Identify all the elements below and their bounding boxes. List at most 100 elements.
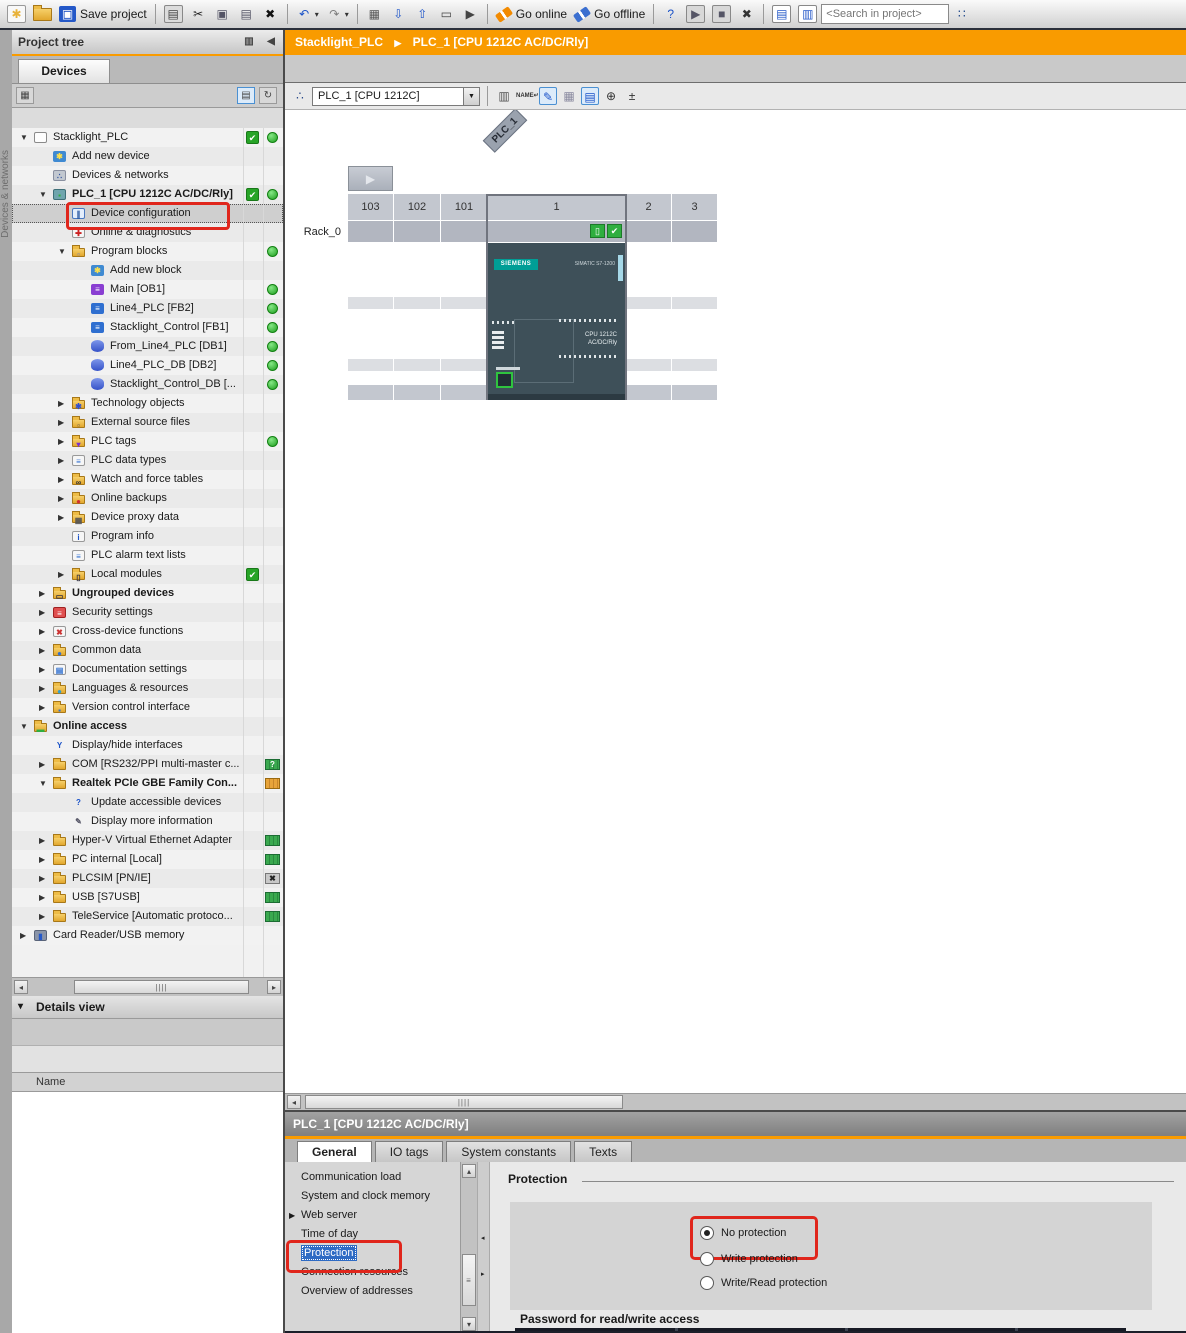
tree-item[interactable]: ▶≡PLC data types xyxy=(12,451,283,470)
tree-item[interactable]: ▶▫External source files xyxy=(12,413,283,432)
properties-splitter[interactable]: ◂ ▸ xyxy=(477,1162,490,1333)
start-simulation-icon[interactable]: ▶ xyxy=(683,2,708,26)
expand-arrow-icon[interactable]: ▶ xyxy=(39,679,45,698)
refresh-icon[interactable]: ↻ xyxy=(259,87,277,104)
nav-item-system-and-clock-memory[interactable]: System and clock memory xyxy=(285,1187,460,1206)
expand-arrow-icon[interactable]: ▶ xyxy=(39,831,45,850)
scroll-right-icon[interactable]: ▸ xyxy=(267,980,281,994)
rack-cell-2[interactable] xyxy=(626,221,671,242)
radio-button-icon[interactable] xyxy=(700,1252,714,1266)
upload-from-device-icon[interactable]: ⇧ xyxy=(411,2,434,26)
snap-grid-icon[interactable]: ▦ xyxy=(560,87,578,105)
nav-item-communication-load[interactable]: Communication load xyxy=(285,1168,460,1187)
tree-item[interactable]: ▶●Online backups xyxy=(12,489,283,508)
device-overview-icon[interactable]: ▦ xyxy=(16,87,34,104)
tree-item[interactable]: ✱Add new block xyxy=(12,261,283,280)
go-offline-button[interactable]: Go offline xyxy=(571,2,648,26)
expand-arrow-icon[interactable]: ▶ xyxy=(289,1206,295,1225)
scroll-thumb[interactable]: |||| xyxy=(74,980,249,994)
tree-item[interactable]: ▶▮Card Reader/USB memory xyxy=(12,926,283,945)
expand-arrow-icon[interactable]: ▶ xyxy=(58,432,64,451)
tree-item[interactable]: ▶COM [RS232/PPI multi-master c...? xyxy=(12,755,283,774)
auto-collapse-icon[interactable]: ▥ xyxy=(241,34,257,49)
expand-arrow-icon[interactable]: ▶ xyxy=(39,755,45,774)
scroll-up-icon[interactable]: ▴ xyxy=(462,1164,476,1178)
tree-item[interactable]: ▶≡Security settings xyxy=(12,603,283,622)
collapse-left-icon[interactable]: ◂ xyxy=(481,1234,485,1242)
tree-item[interactable]: ▼Stacklight_PLC✔ xyxy=(12,128,283,147)
tree-item[interactable]: YDisplay/hide interfaces xyxy=(12,736,283,755)
nav-item-connection-resources[interactable]: Connection resources xyxy=(285,1263,460,1282)
tree-item[interactable]: iProgram info xyxy=(12,527,283,546)
tree-item[interactable]: ≡Main [OB1] xyxy=(12,280,283,299)
tree-item[interactable]: ≡PLC alarm text lists xyxy=(12,546,283,565)
rack-cell-1[interactable]: ▯✔ xyxy=(488,221,625,242)
tree-item[interactable]: ?Update accessible devices xyxy=(12,793,283,812)
rename-icon[interactable]: NAME↵ xyxy=(516,93,536,100)
tree-item[interactable]: ∴Devices & networks xyxy=(12,166,283,185)
scroll-left-icon[interactable]: ◂ xyxy=(287,1095,301,1109)
stop-simulation-icon[interactable]: ■ xyxy=(709,2,734,26)
accessible-devices-icon[interactable]: ? xyxy=(659,2,682,26)
expand-arrow-icon[interactable]: ▶ xyxy=(39,622,45,641)
slot-header-103[interactable]: 103 xyxy=(348,194,393,220)
runtime-icon[interactable]: ▶ xyxy=(459,2,482,26)
tree-item[interactable]: ▶●Common data xyxy=(12,641,283,660)
expand-arrow-icon[interactable]: ▶ xyxy=(39,584,45,603)
slot-header-101[interactable]: 101 xyxy=(441,194,487,220)
details-view-header[interactable]: ▾ Details view xyxy=(12,996,283,1019)
expand-arrow-icon[interactable]: ▶ xyxy=(58,394,64,413)
rack-cell-103[interactable] xyxy=(348,221,393,242)
tree-item[interactable]: ▶●Languages & resources xyxy=(12,679,283,698)
rack-cell-3[interactable] xyxy=(672,221,717,242)
search-in-project-icon[interactable]: ∷ xyxy=(950,2,973,26)
collapse-arrow-icon[interactable]: ▼ xyxy=(39,774,47,793)
tree-item[interactable]: ▶✱Technology objects xyxy=(12,394,283,413)
scroll-down-icon[interactable]: ▾ xyxy=(462,1317,476,1331)
tree-item[interactable]: ▶▯Local modules✔ xyxy=(12,565,283,584)
scroll-thumb[interactable]: |||| xyxy=(305,1095,623,1109)
tree-item[interactable]: ▼▬Online access xyxy=(12,717,283,736)
tree-item[interactable]: ▶∞Watch and force tables xyxy=(12,470,283,489)
paste-icon[interactable]: ▤ xyxy=(235,2,258,26)
tree-item[interactable]: Stacklight_Control_DB [... xyxy=(12,375,283,394)
device-select[interactable]: PLC_1 [CPU 1212C]▼ xyxy=(312,87,480,106)
search-in-project-input[interactable] xyxy=(821,4,949,24)
tree-item[interactable]: ▶▾PLC tags xyxy=(12,432,283,451)
slot-header-2[interactable]: 2 xyxy=(626,194,671,220)
slot-header-1[interactable]: 1 xyxy=(488,194,625,220)
zoom-icon[interactable]: ⊕ xyxy=(602,87,620,105)
print-icon[interactable]: ▤ xyxy=(161,2,186,26)
open-project-icon[interactable] xyxy=(30,2,55,26)
rack-nav-button[interactable]: ▶ xyxy=(348,166,393,191)
collapse-arrow-icon[interactable]: ▼ xyxy=(20,717,28,736)
device-data-table-icon[interactable]: ▤ xyxy=(581,87,599,105)
breadcrumb-project[interactable]: Stacklight_PLC xyxy=(295,35,383,49)
station-overview-icon[interactable]: ∴ xyxy=(291,87,309,105)
collapse-panel-icon[interactable]: ◀ xyxy=(263,34,279,49)
go-online-button[interactable]: Go online xyxy=(493,2,570,26)
properties-nav-scrollbar[interactable]: ▴ ≡ ▾ xyxy=(460,1162,478,1333)
device-view-canvas[interactable]: PLC_1 ▶ Rack_0 103102101123 ▯✔ SIEMENS S… xyxy=(285,110,1186,1095)
tree-item[interactable]: Line4_PLC_DB [DB2] xyxy=(12,356,283,375)
expand-arrow-icon[interactable]: ▶ xyxy=(39,660,45,679)
undo-icon[interactable]: ↶▾ xyxy=(293,2,322,26)
tree-item[interactable]: ▶Hyper-V Virtual Ethernet Adapter xyxy=(12,831,283,850)
save-project-button[interactable]: ▣Save project xyxy=(56,2,150,26)
cpu-module[interactable]: SIEMENS SIMATIC S7-1200 CPU 1212C AC/DC/… xyxy=(488,243,625,400)
tree-item[interactable]: ▶▤Documentation settings xyxy=(12,660,283,679)
breadcrumb-item[interactable]: PLC_1 [CPU 1212C AC/DC/Rly] xyxy=(413,35,589,49)
expand-arrow-icon[interactable]: ▶ xyxy=(39,850,45,869)
new-project-icon[interactable]: ✱ xyxy=(4,2,29,26)
radio-write-read-protection[interactable]: Write/Read protection xyxy=(700,1274,827,1292)
expand-arrow-icon[interactable]: ▶ xyxy=(39,603,45,622)
expand-arrow-icon[interactable]: ▶ xyxy=(20,926,26,945)
tab-system-constants[interactable]: System constants xyxy=(446,1141,571,1162)
project-tree-hscrollbar[interactable]: ◂ |||| ▸ xyxy=(12,977,283,996)
expand-arrow-icon[interactable]: ▶ xyxy=(58,489,64,508)
chevron-down-icon[interactable]: ▾ xyxy=(18,996,23,1018)
redo-icon-dropdown[interactable]: ▾ xyxy=(345,10,349,19)
collapse-arrow-icon[interactable]: ▼ xyxy=(20,128,28,147)
expand-right-icon[interactable]: ▸ xyxy=(481,1270,485,1278)
tree-item[interactable]: ▼Realtek PCIe GBE Family Con... xyxy=(12,774,283,793)
